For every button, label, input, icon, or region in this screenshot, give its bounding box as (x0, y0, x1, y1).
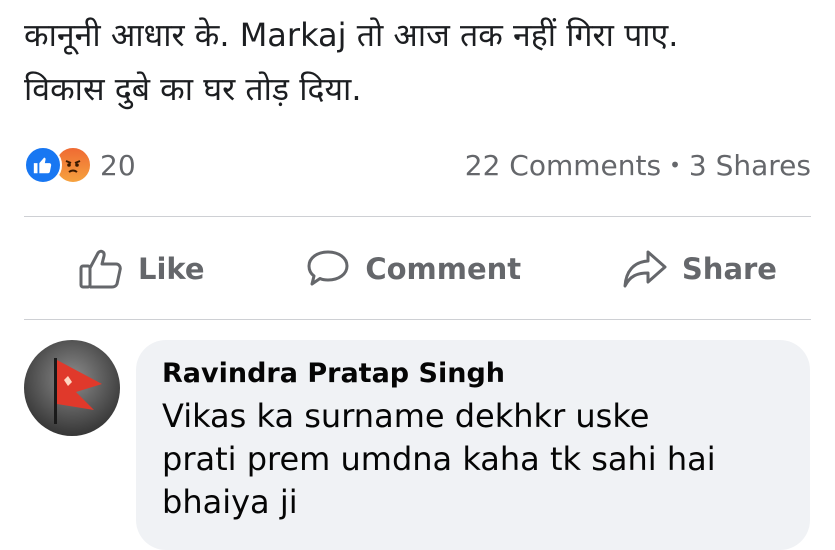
shares-count-link[interactable]: 3 Shares (689, 149, 811, 182)
post-action-bar: Like Comment Share (24, 220, 811, 318)
comment-text-line-1: Vikas ka surname dekhkr uske (162, 397, 650, 435)
comments-count-link[interactable]: 22 Comments (465, 149, 661, 182)
reaction-summary[interactable]: 20 (24, 146, 136, 184)
comment-icon (307, 250, 349, 286)
comment-author[interactable]: Ravindra Pratap Singh (162, 358, 784, 389)
comment-text: Vikas ka surname dekhkr uske prati prem … (162, 395, 784, 524)
avatar[interactable] (24, 340, 120, 436)
comment-button[interactable]: Comment (291, 248, 535, 290)
share-button[interactable]: Share (608, 248, 791, 290)
like-label: Like (138, 252, 205, 286)
post-text-line-2: विकास दुबे का घर तोड़ दिया. (24, 70, 362, 108)
count-separator: • (669, 153, 681, 177)
like-icon (79, 249, 122, 289)
like-reaction-icon (24, 146, 62, 184)
comment-text-line-3: bhaiya ji (162, 483, 298, 521)
divider-top (24, 216, 811, 217)
post-text-line-1: कानूनी आधार के. Markaj तो आज तक नहीं गिर… (24, 16, 679, 54)
comment-item: Ravindra Pratap Singh Vikas ka surname d… (24, 340, 811, 550)
like-button[interactable]: Like (64, 248, 219, 290)
post-text: कानूनी आधार के. Markaj तो आज तक नहीं गिर… (24, 8, 814, 116)
divider-bottom (24, 319, 811, 320)
saffron-flag-icon (54, 358, 102, 424)
comment-label: Comment (365, 252, 522, 286)
comment-text-line-2: prati prem umdna kaha tk sahi hai (162, 440, 716, 478)
share-label: Share (681, 252, 777, 286)
comment-bubble: Ravindra Pratap Singh Vikas ka surname d… (136, 340, 810, 550)
share-icon (623, 250, 667, 288)
reaction-count: 20 (100, 148, 136, 182)
post-stats-bar: 20 22 Comments • 3 Shares (24, 142, 811, 188)
engagement-counts: 22 Comments • 3 Shares (465, 149, 811, 182)
